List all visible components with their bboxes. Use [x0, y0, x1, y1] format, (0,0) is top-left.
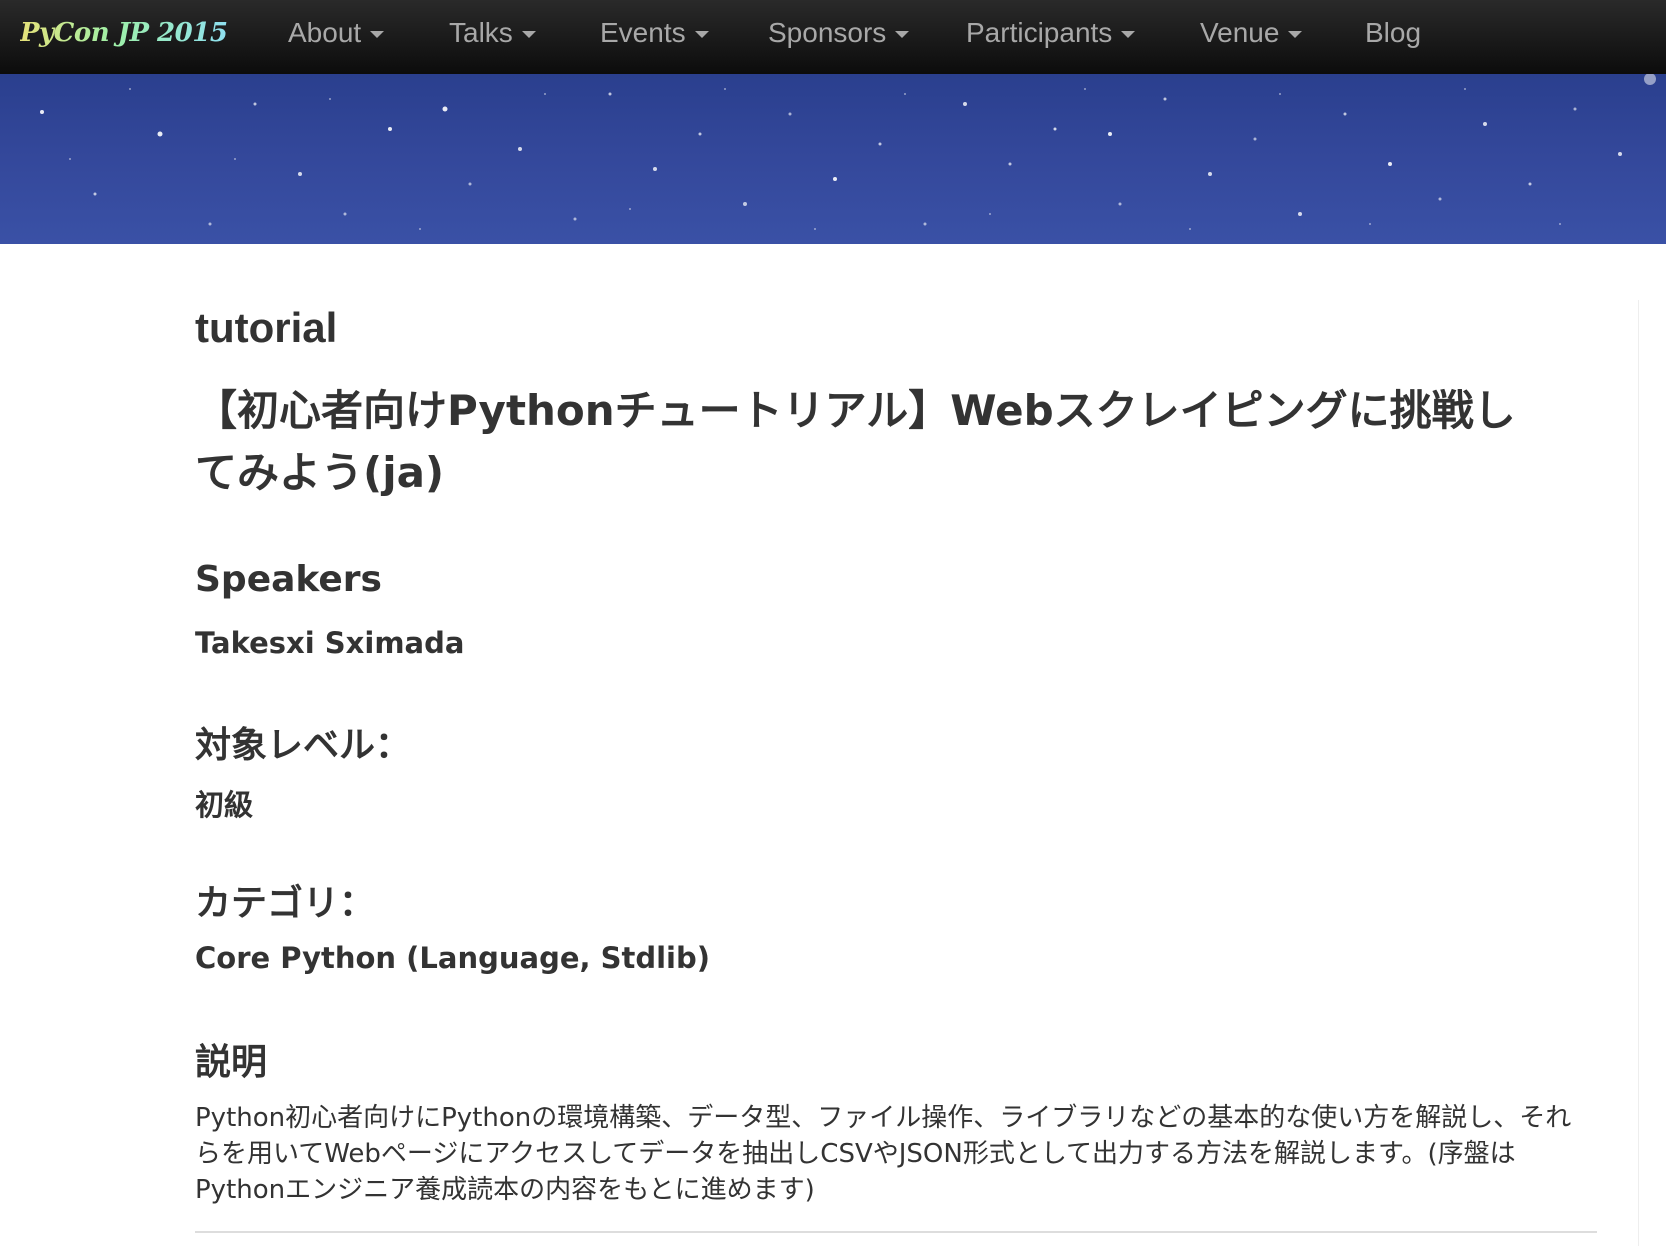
speakers-heading: Speakers [195, 559, 382, 600]
nav-talks-label: Talks [449, 17, 513, 48]
caret-down-icon [1121, 31, 1136, 38]
content-right-border [1638, 300, 1639, 1246]
category-value: Core Python (Language, Stdlib) [195, 941, 711, 975]
category-heading: カテゴリ： [195, 883, 376, 924]
talk-title: 【初心者向けPythonチュートリアル】Webスクレイピングに挑戦してみよう(j… [195, 386, 1516, 497]
nav-participants[interactable]: Participants [966, 17, 1136, 49]
top-navbar: PyCon JP 2015 About Talks Events Sponsor… [0, 0, 1666, 74]
starfield-banner [0, 74, 1666, 244]
caret-down-icon [1288, 31, 1303, 38]
nav-venue-label: Venue [1200, 17, 1280, 48]
level-heading: 対象レベル： [195, 725, 412, 766]
level-value: 初級 [195, 788, 254, 822]
nav-events-label: Events [600, 17, 686, 48]
brand-logo[interactable]: PyCon JP 2015 [20, 18, 228, 48]
starfield-graphic [40, 74, 1656, 230]
speaker-name: Takesxi Sximada [195, 626, 465, 660]
nav-about-label: About [288, 17, 362, 48]
nav-blog-label: Blog [1365, 17, 1422, 48]
nav-blog[interactable]: Blog [1365, 17, 1421, 49]
description-heading: 説明 [195, 1042, 268, 1083]
caret-down-icon [370, 31, 385, 38]
nav-sponsors-label: Sponsors [768, 17, 887, 48]
nav-about[interactable]: About [288, 17, 385, 49]
description-text: Python初心者向けにPythonの環境構築、データ型、ファイル操作、ライブラ… [195, 1103, 1572, 1205]
nav-venue[interactable]: Venue [1200, 17, 1303, 49]
nav-events[interactable]: Events [600, 17, 709, 49]
nav-talks[interactable]: Talks [449, 17, 536, 49]
nav-sponsors[interactable]: Sponsors [768, 17, 910, 49]
caret-down-icon [521, 31, 536, 38]
divider [195, 1231, 1597, 1233]
nav-participants-label: Participants [966, 17, 1113, 48]
caret-down-icon [694, 31, 709, 38]
caret-down-icon [895, 31, 910, 38]
talk-kind: tutorial [195, 304, 338, 351]
